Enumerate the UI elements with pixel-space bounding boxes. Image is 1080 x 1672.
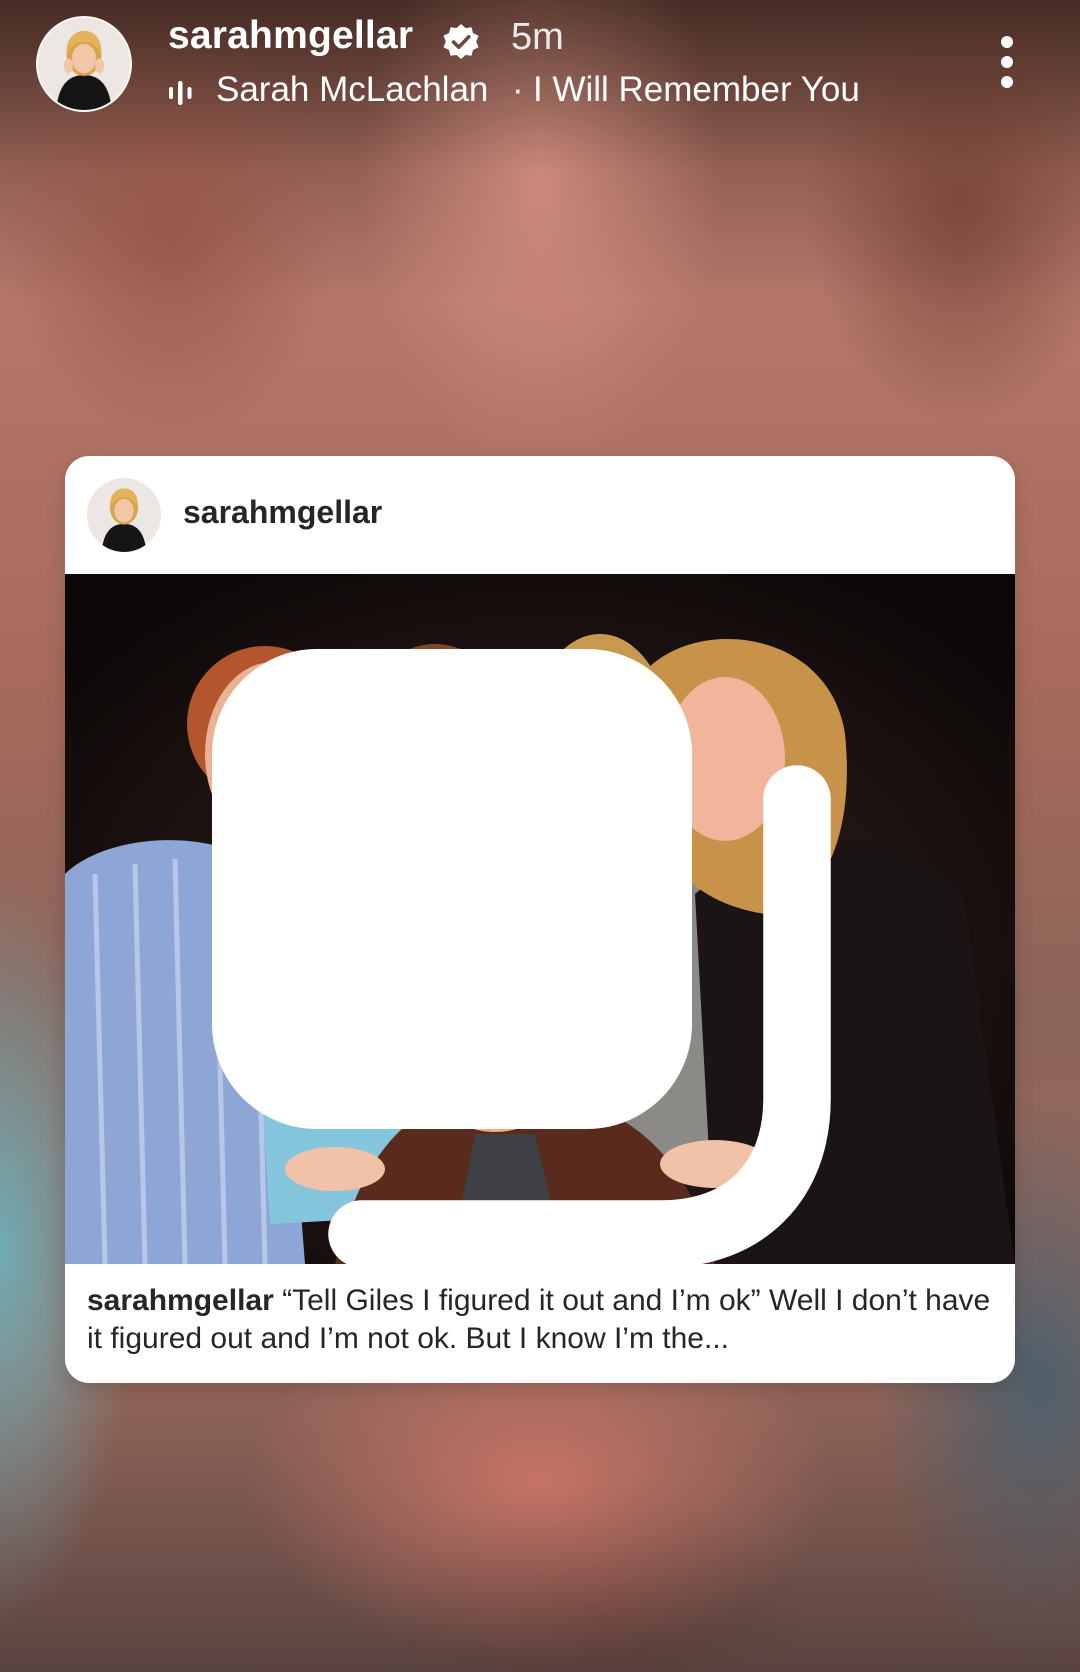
post-author-avatar[interactable] — [87, 478, 161, 552]
more-options-button[interactable] — [986, 34, 1030, 90]
post-caption: sarahmgellar “Tell Giles I figured it ou… — [87, 1282, 997, 1358]
music-separator: · — [512, 70, 524, 109]
more-vertical-icon-dot — [1001, 56, 1013, 68]
story-timestamp: 5m — [511, 16, 564, 58]
post-author-username[interactable]: sarahmgellar — [183, 494, 382, 531]
post-photo[interactable] — [65, 574, 1015, 1264]
story-avatar[interactable] — [36, 16, 132, 112]
story-header: sarahmgellar 5m Sarah McLachlan · I Will… — [0, 0, 1080, 130]
post-header: sarahmgellar — [65, 456, 1015, 574]
caption-username[interactable]: sarahmgellar — [87, 1284, 274, 1317]
music-artist[interactable]: Sarah McLachlan — [216, 70, 488, 110]
more-vertical-icon-dot — [1001, 36, 1013, 48]
avatar-image — [87, 478, 161, 552]
more-vertical-icon-dot — [1001, 76, 1013, 88]
carousel-icon — [212, 649, 831, 1264]
music-track-title[interactable]: I Will Remember You — [533, 70, 860, 110]
shared-post-card[interactable]: sarahmgellar sarahmgellar “Tell Giles I … — [65, 456, 1015, 1383]
avatar-image — [38, 18, 130, 110]
music-bars-icon — [169, 81, 192, 105]
verified-badge-icon — [443, 24, 479, 59]
story-username[interactable]: sarahmgellar — [168, 14, 413, 58]
